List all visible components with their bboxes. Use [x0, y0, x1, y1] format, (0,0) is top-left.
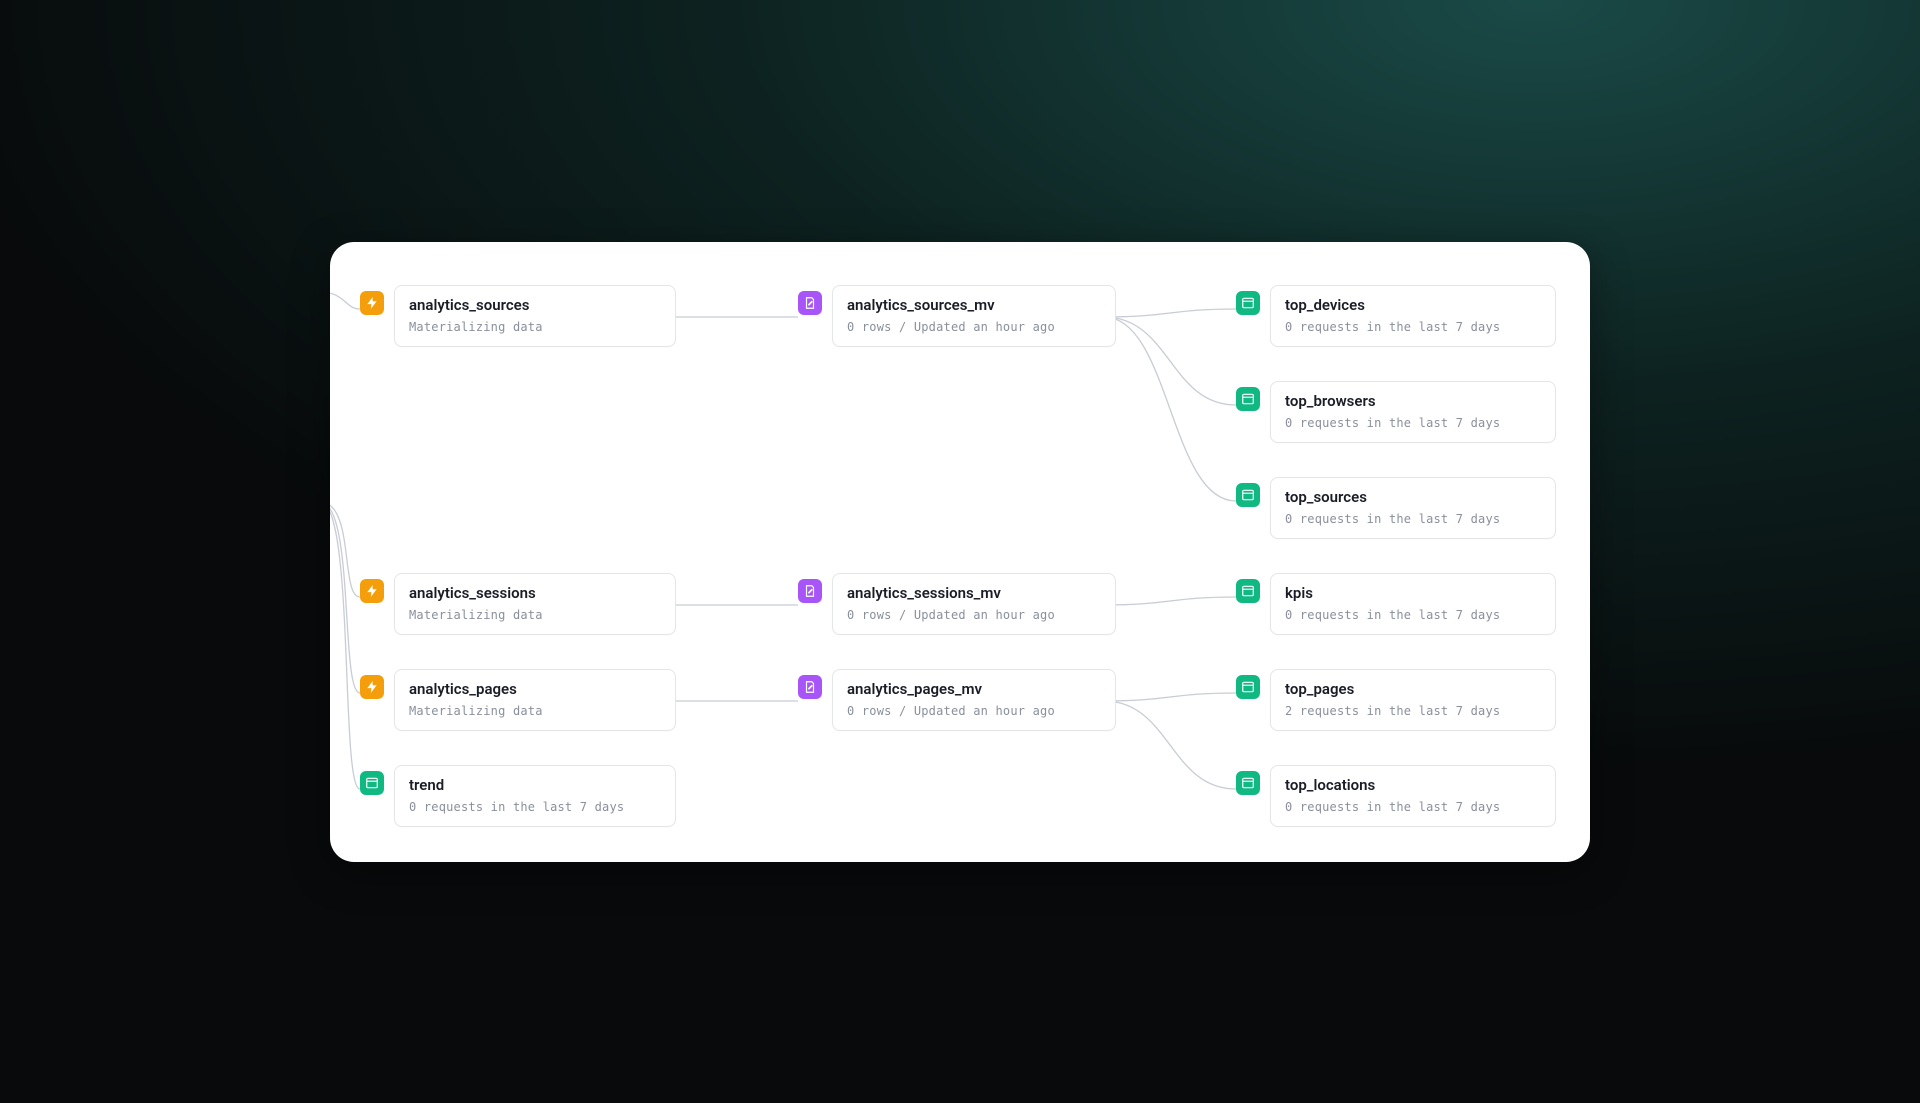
node-kpis[interactable]: kpis 0 requests in the last 7 days [1236, 573, 1556, 635]
node-top-devices[interactable]: top_devices 0 requests in the last 7 day… [1236, 285, 1556, 347]
window-icon [1236, 387, 1260, 411]
window-icon [1236, 291, 1260, 315]
node-analytics-pages-mv[interactable]: analytics_pages_mv 0 rows / Updated an h… [798, 669, 1116, 731]
node-subtitle: 0 requests in the last 7 days [1285, 608, 1541, 622]
node-title: analytics_sessions [409, 584, 661, 602]
document-edit-icon [798, 579, 822, 603]
node-subtitle: 0 rows / Updated an hour ago [847, 704, 1101, 718]
node-title: analytics_pages_mv [847, 680, 1101, 698]
node-top-pages[interactable]: top_pages 2 requests in the last 7 days [1236, 669, 1556, 731]
lightning-icon [360, 675, 384, 699]
document-edit-icon [798, 291, 822, 315]
lightning-icon [360, 579, 384, 603]
node-subtitle: 0 rows / Updated an hour ago [847, 608, 1101, 622]
node-analytics-sessions-mv[interactable]: analytics_sessions_mv 0 rows / Updated a… [798, 573, 1116, 635]
lightning-icon [360, 291, 384, 315]
node-analytics-sources-mv[interactable]: analytics_sources_mv 0 rows / Updated an… [798, 285, 1116, 347]
window-icon [1236, 771, 1260, 795]
node-subtitle: Materializing data [409, 320, 661, 334]
node-subtitle: 0 requests in the last 7 days [1285, 416, 1541, 430]
window-icon [360, 771, 384, 795]
node-subtitle: 0 requests in the last 7 days [1285, 800, 1541, 814]
node-top-browsers[interactable]: top_browsers 0 requests in the last 7 da… [1236, 381, 1556, 443]
node-title: analytics_sources [409, 296, 661, 314]
node-analytics-pages[interactable]: analytics_pages Materializing data [360, 669, 676, 731]
node-title: top_devices [1285, 296, 1541, 314]
node-title: kpis [1285, 584, 1541, 602]
node-analytics-sources[interactable]: analytics_sources Materializing data [360, 285, 676, 347]
document-edit-icon [798, 675, 822, 699]
node-subtitle: 0 requests in the last 7 days [1285, 320, 1541, 334]
node-subtitle: 0 rows / Updated an hour ago [847, 320, 1101, 334]
node-subtitle: 2 requests in the last 7 days [1285, 704, 1541, 718]
node-title: analytics_pages [409, 680, 661, 698]
node-title: analytics_sessions_mv [847, 584, 1101, 602]
node-title: analytics_sources_mv [847, 296, 1101, 314]
node-title: trend [409, 776, 661, 794]
window-icon [1236, 483, 1260, 507]
node-top-sources[interactable]: top_sources 0 requests in the last 7 day… [1236, 477, 1556, 539]
node-title: top_pages [1285, 680, 1541, 698]
window-icon [1236, 579, 1260, 603]
node-title: top_browsers [1285, 392, 1541, 410]
data-flow-diagram: analytics_sources Materializing data ana… [330, 242, 1590, 862]
node-title: top_locations [1285, 776, 1541, 794]
window-icon [1236, 675, 1260, 699]
node-analytics-sessions[interactable]: analytics_sessions Materializing data [360, 573, 676, 635]
node-trend[interactable]: trend 0 requests in the last 7 days [360, 765, 676, 827]
node-top-locations[interactable]: top_locations 0 requests in the last 7 d… [1236, 765, 1556, 827]
node-title: top_sources [1285, 488, 1541, 506]
node-subtitle: 0 requests in the last 7 days [1285, 512, 1541, 526]
node-subtitle: Materializing data [409, 704, 661, 718]
node-subtitle: 0 requests in the last 7 days [409, 800, 661, 814]
node-subtitle: Materializing data [409, 608, 661, 622]
